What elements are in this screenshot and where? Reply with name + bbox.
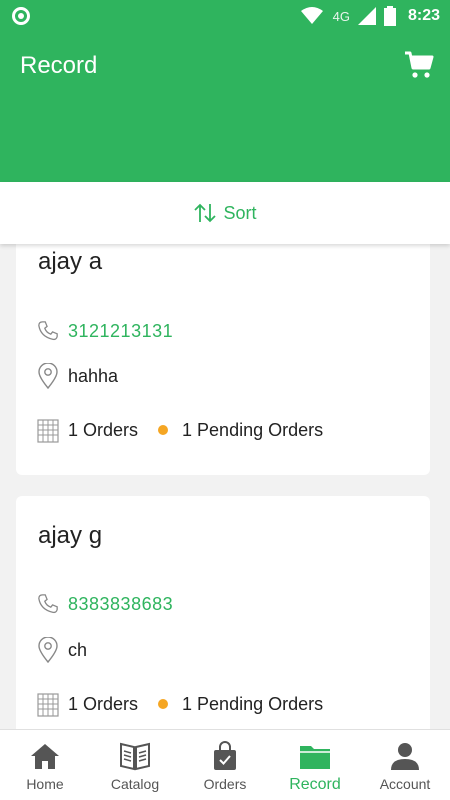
orders-count: 1 Orders	[68, 693, 139, 714]
phone-icon	[36, 592, 60, 616]
pending-dot	[158, 699, 169, 709]
phone-number[interactable]: 8383838683	[68, 594, 173, 615]
status-bar: 4G 8:23	[0, 0, 450, 32]
record-card[interactable]: ajay g 8383838683 ch 1 Orders 1 Pending …	[16, 496, 430, 729]
status-icons: 4G 8:23	[300, 4, 440, 28]
cart-icon	[405, 51, 434, 78]
clock: 8:23	[407, 7, 440, 24]
sort-bar: Sort	[0, 182, 450, 244]
customer-name: ajay a	[38, 248, 103, 275]
customer-name: ajay g	[38, 522, 103, 549]
app-header: 4G 8:23 Record	[0, 0, 450, 182]
bottom-navigation: Home Catalog Orders Record Account	[0, 729, 450, 800]
signal-icon	[357, 7, 376, 25]
calendar-icon	[36, 418, 60, 443]
network-type-label: 4G	[332, 8, 350, 24]
phone-row[interactable]: 3121213131	[36, 319, 173, 343]
nav-home-label: Home	[26, 776, 64, 792]
notification-icon	[12, 7, 30, 25]
nav-account-label: Account	[379, 776, 431, 792]
phone-number[interactable]: 3121213131	[68, 321, 173, 342]
catalog-icon	[119, 740, 151, 772]
screen: 4G 8:23 Record Sort ajay a 3121213131 ha…	[0, 0, 450, 800]
record-card[interactable]: ajay a 3121213131 hahha 1 Orders 1 Pendi…	[16, 244, 430, 475]
address-text: ch	[68, 639, 88, 660]
account-icon	[389, 740, 421, 772]
nav-home[interactable]: Home	[0, 730, 90, 800]
location-pin-icon	[36, 637, 60, 663]
orders-count: 1 Orders	[68, 419, 139, 440]
nav-record-label: Record	[289, 776, 341, 793]
pending-dot	[158, 425, 169, 435]
location-pin-icon	[36, 363, 60, 389]
wifi-icon	[300, 7, 323, 24]
home-icon	[29, 740, 61, 772]
orders-row: 1 Orders 1 Pending Orders	[36, 692, 324, 717]
folder-icon	[299, 740, 331, 772]
record-list[interactable]: ajay a 3121213131 hahha 1 Orders 1 Pendi…	[0, 244, 450, 729]
nav-orders[interactable]: Orders	[180, 730, 270, 800]
orders-row: 1 Orders 1 Pending Orders	[36, 418, 324, 443]
pending-orders: 1 Pending Orders	[182, 419, 324, 440]
nav-orders-label: Orders	[203, 776, 247, 792]
battery-icon	[383, 6, 396, 26]
phone-row[interactable]: 8383838683	[36, 592, 173, 616]
nav-record[interactable]: Record	[270, 730, 360, 800]
page-title: Record	[20, 52, 98, 79]
cart-button[interactable]	[404, 50, 434, 80]
nav-account[interactable]: Account	[360, 730, 450, 800]
nav-catalog-label: Catalog	[110, 776, 160, 792]
sort-arrows-icon	[194, 203, 217, 223]
phone-icon	[36, 319, 60, 343]
sort-label: Sort	[223, 202, 257, 223]
address-text: hahha	[68, 365, 119, 386]
nav-catalog[interactable]: Catalog	[90, 730, 180, 800]
address-row: hahha	[36, 363, 119, 389]
sort-button[interactable]: Sort	[193, 202, 257, 224]
address-row: ch	[36, 637, 88, 663]
pending-orders: 1 Pending Orders	[182, 693, 324, 714]
orders-bag-icon	[209, 740, 241, 772]
calendar-icon	[36, 692, 60, 717]
